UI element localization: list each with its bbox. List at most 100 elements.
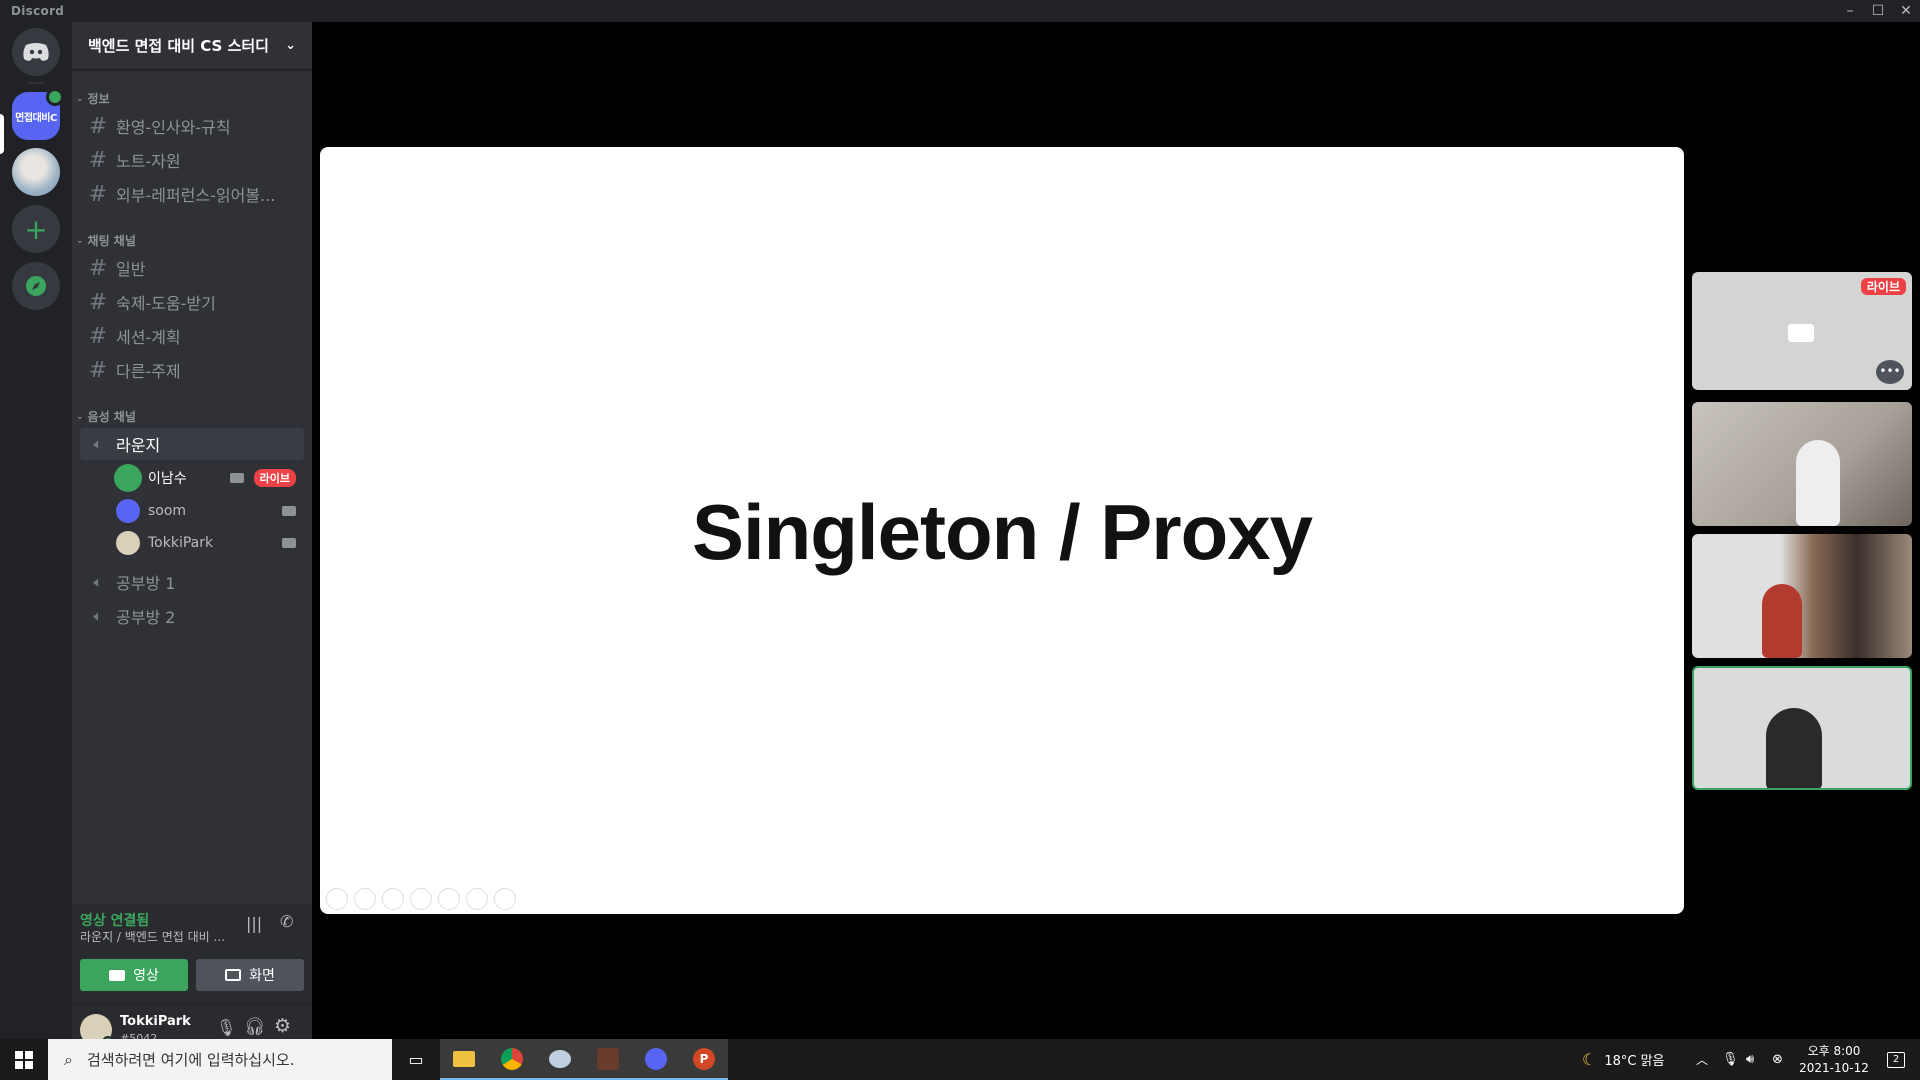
chevron-down-icon: ⌄ — [76, 235, 84, 246]
moon-icon: ☾ — [1582, 1050, 1597, 1069]
weather-widget[interactable]: ☾ 18°C 맑음 — [1582, 1039, 1665, 1080]
task-view-icon[interactable]: ▭ — [392, 1039, 440, 1080]
channel-label: 다른-주제 — [116, 362, 181, 381]
screen-share-view[interactable]: Singleton / Proxy — [320, 147, 1684, 914]
discord-taskbar-icon[interactable] — [632, 1039, 680, 1080]
channel-label: 숙제-도움-받기 — [116, 294, 216, 313]
channel-general[interactable]: # 일반 — [80, 252, 304, 284]
maximize-icon[interactable]: ☐ — [1864, 0, 1892, 22]
game-icon[interactable] — [584, 1039, 632, 1080]
member-name: 이남수 — [148, 471, 187, 487]
participant-tile-stream[interactable]: 라이브 ••• — [1692, 272, 1912, 390]
slides-icon[interactable] — [410, 888, 432, 910]
screen-share-button[interactable]: 화면 — [196, 959, 304, 991]
video-badge-icon — [46, 88, 64, 106]
server-icon-selected[interactable]: 면접대비C — [12, 88, 64, 140]
prev-slide-icon[interactable] — [326, 888, 348, 910]
channel-session[interactable]: # 세션-계획 — [80, 320, 304, 352]
microphone-icon[interactable]: 🎙︎ — [216, 1018, 236, 1037]
participant-figure — [1796, 440, 1840, 526]
voice-channel-study-1[interactable]: 🔈︎ 공부방 1 — [80, 566, 304, 598]
channel-homework[interactable]: # 숙제-도움-받기 — [80, 286, 304, 318]
home-button[interactable] — [12, 28, 60, 76]
network-icon[interactable]: ⊗ — [1772, 1039, 1783, 1080]
voice-channel-path[interactable]: 라운지 / 백엔드 면접 대비 ... — [80, 928, 230, 945]
app-icon[interactable] — [536, 1039, 584, 1080]
gear-icon[interactable]: ⚙ — [274, 1015, 291, 1037]
speaker-icon: 🔈︎ — [93, 607, 103, 625]
voice-member[interactable]: 이남수 라이브 — [116, 463, 304, 493]
stage-area: Singleton / Proxy 라이브 ••• — [312, 22, 1920, 1039]
category-info[interactable]: ⌄ 정보 — [72, 90, 312, 107]
screen-label: 화면 — [249, 968, 275, 984]
channel-references[interactable]: # 외부-레퍼런스-읽어볼... — [80, 178, 304, 210]
chevron-down-icon: ⌄ — [76, 93, 84, 104]
title-bar: Discord – ☐ ✕ — [0, 0, 1920, 22]
channel-label: 라운지 — [116, 436, 161, 455]
taskbar-search[interactable]: ⌕ 검색하려면 여기에 입력하십시오. — [48, 1039, 392, 1080]
member-name: TokkiPark — [148, 535, 214, 551]
voice-channel-study-2[interactable]: 🔈︎ 공부방 2 — [80, 600, 304, 632]
app-title: Discord — [11, 4, 65, 18]
channel-label: 환영-인사와-규칙 — [116, 118, 231, 137]
channel-notes[interactable]: # 노트-자원 — [80, 144, 304, 176]
participant-tile-video[interactable] — [1692, 402, 1912, 526]
participant-figure — [1766, 708, 1822, 788]
speaker-icon: 🔈︎ — [93, 435, 103, 453]
channel-sidebar: 백엔드 면접 대비 CS 스터디 ⌄ ⌄ 정보 # 환영-인사와-규칙 # 노트-자… — [72, 22, 312, 1057]
participant-tile-video[interactable] — [1692, 534, 1912, 658]
camera-icon — [282, 538, 296, 548]
minimize-icon[interactable]: – — [1836, 0, 1864, 22]
chevron-up-icon[interactable]: ︿ — [1696, 1039, 1708, 1080]
voice-channel-lounge[interactable]: 🔈︎ 라운지 — [80, 428, 304, 460]
discord-logo-icon — [23, 43, 49, 61]
server-icon-avatar[interactable] — [12, 148, 60, 196]
channel-welcome[interactable]: # 환영-인사와-규칙 — [80, 110, 304, 142]
video-label: 영상 — [133, 968, 159, 984]
category-voice[interactable]: ⌄ 음성 채널 — [72, 408, 312, 425]
member-name: soom — [148, 503, 187, 519]
powerpoint-icon[interactable]: P — [680, 1039, 728, 1080]
next-slide-icon[interactable] — [354, 888, 376, 910]
headphones-icon[interactable]: 🎧︎ — [244, 1017, 266, 1037]
channel-label: 노트-자원 — [116, 152, 181, 171]
file-explorer-icon[interactable] — [440, 1039, 488, 1080]
camera-icon — [282, 506, 296, 516]
server-header[interactable]: 백엔드 면접 대비 CS 스터디 ⌄ — [72, 22, 312, 70]
hash-icon: # — [88, 357, 108, 383]
live-badge: 라이브 — [1860, 278, 1906, 295]
channel-label: 외부-레퍼런스-읽어볼... — [116, 186, 276, 205]
camera-icon — [109, 969, 126, 981]
more-options-icon[interactable]: ••• — [1876, 360, 1904, 384]
microphone-tray-icon[interactable]: 🎙︎ — [1722, 1039, 1739, 1080]
notification-center-icon[interactable]: 2 — [1880, 1039, 1912, 1080]
channel-label: 일반 — [116, 260, 146, 279]
subtitle-icon[interactable] — [466, 888, 488, 910]
voice-member[interactable]: soom — [116, 496, 304, 526]
speaker-icon: 🔈︎ — [93, 573, 103, 591]
zoom-icon[interactable] — [438, 888, 460, 910]
video-button[interactable]: 영상 — [80, 959, 188, 991]
category-label: 채팅 채널 — [87, 234, 136, 248]
windows-start-icon[interactable] — [0, 1039, 48, 1080]
add-server-icon[interactable]: + — [12, 205, 60, 253]
participant-tile-speaking[interactable] — [1692, 666, 1912, 790]
voice-member[interactable]: TokkiPark — [116, 528, 304, 558]
chrome-icon[interactable] — [488, 1039, 536, 1080]
participant-figure — [1762, 584, 1802, 658]
taskbar: ⌕ 검색하려면 여기에 입력하십시오. ▭ P ☾ 18°C 맑음 ︿ 🎙︎ 🔊… — [0, 1039, 1920, 1080]
pen-icon[interactable] — [382, 888, 404, 910]
disconnect-icon[interactable]: ✆ — [280, 912, 293, 931]
more-icon[interactable] — [494, 888, 516, 910]
close-icon[interactable]: ✕ — [1892, 0, 1920, 22]
clock[interactable]: 오후 8:00 2021-10-12 — [1794, 1039, 1874, 1080]
channel-label: 세션-계획 — [116, 328, 181, 347]
server-list: 면접대비C + — [0, 22, 72, 1039]
channel-other-topic[interactable]: # 다른-주제 — [80, 354, 304, 386]
search-placeholder: 검색하려면 여기에 입력하십시오. — [86, 1051, 295, 1069]
volume-icon[interactable]: 🔊︎ — [1746, 1039, 1754, 1080]
explore-servers-icon[interactable] — [12, 262, 60, 310]
voice-status: 영상 연결됨 — [80, 913, 150, 929]
noise-suppression-icon[interactable]: ||| — [246, 914, 262, 933]
category-chat[interactable]: ⌄ 채팅 채널 — [72, 232, 312, 249]
